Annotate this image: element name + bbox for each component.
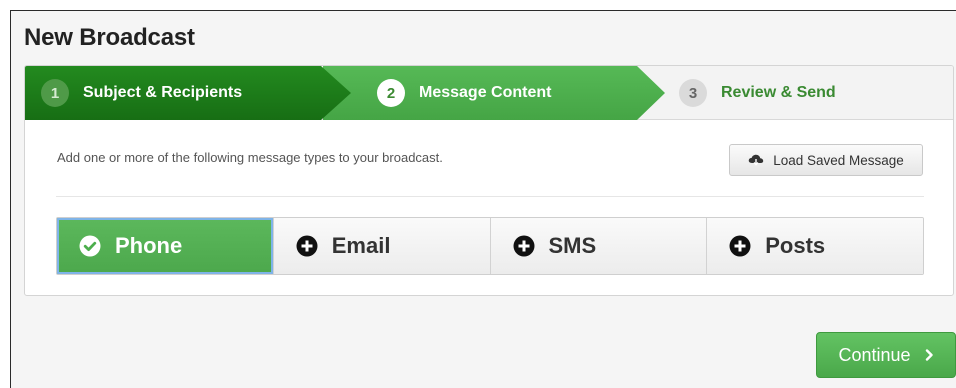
step-number: 2 [377, 79, 405, 107]
instructions-text: Add one or more of the following message… [57, 150, 443, 165]
continue-label: Continue [838, 344, 911, 365]
step-label: Message Content [419, 84, 552, 101]
wizard-steps: 3 Review & Send 2 Message Content 1 Subj… [25, 66, 953, 120]
message-type-phone[interactable]: Phone [57, 218, 273, 274]
step-number: 1 [41, 79, 69, 107]
message-type-selector: Phone Email SMS Posts [56, 217, 924, 275]
message-type-label: SMS [548, 233, 597, 258]
wizard-step-subject-recipients[interactable]: 1 Subject & Recipients [25, 66, 351, 120]
message-type-label: Phone [115, 233, 183, 258]
wizard-step-message-content[interactable]: 2 Message Content [323, 66, 665, 120]
load-saved-message-button[interactable]: Load Saved Message [729, 144, 923, 176]
app-frame: New Broadcast 3 Review & Send 2 Message … [10, 10, 956, 388]
wizard-step-review-send[interactable]: 3 Review & Send [665, 66, 953, 120]
step-label: Review & Send [721, 84, 836, 101]
message-type-email[interactable]: Email [272, 218, 490, 274]
broadcast-panel: 3 Review & Send 2 Message Content 1 Subj… [24, 65, 954, 296]
page-title: New Broadcast [24, 24, 195, 51]
message-type-label: Email [331, 233, 391, 258]
message-type-sms[interactable]: SMS [489, 218, 707, 274]
chevron-right-icon [925, 349, 934, 361]
continue-button[interactable]: Continue [816, 332, 956, 378]
plus-circle-icon [729, 235, 751, 257]
message-type-label: Posts [765, 233, 826, 258]
step-number: 3 [679, 79, 707, 107]
plus-circle-icon [296, 235, 318, 257]
plus-circle-icon [513, 235, 535, 257]
message-type-posts[interactable]: Posts [706, 218, 923, 274]
load-saved-message-label: Load Saved Message [773, 152, 904, 168]
check-circle-icon [79, 235, 101, 257]
step-label: Subject & Recipients [83, 84, 243, 101]
divider [56, 196, 924, 197]
cloud-download-icon [748, 154, 764, 166]
